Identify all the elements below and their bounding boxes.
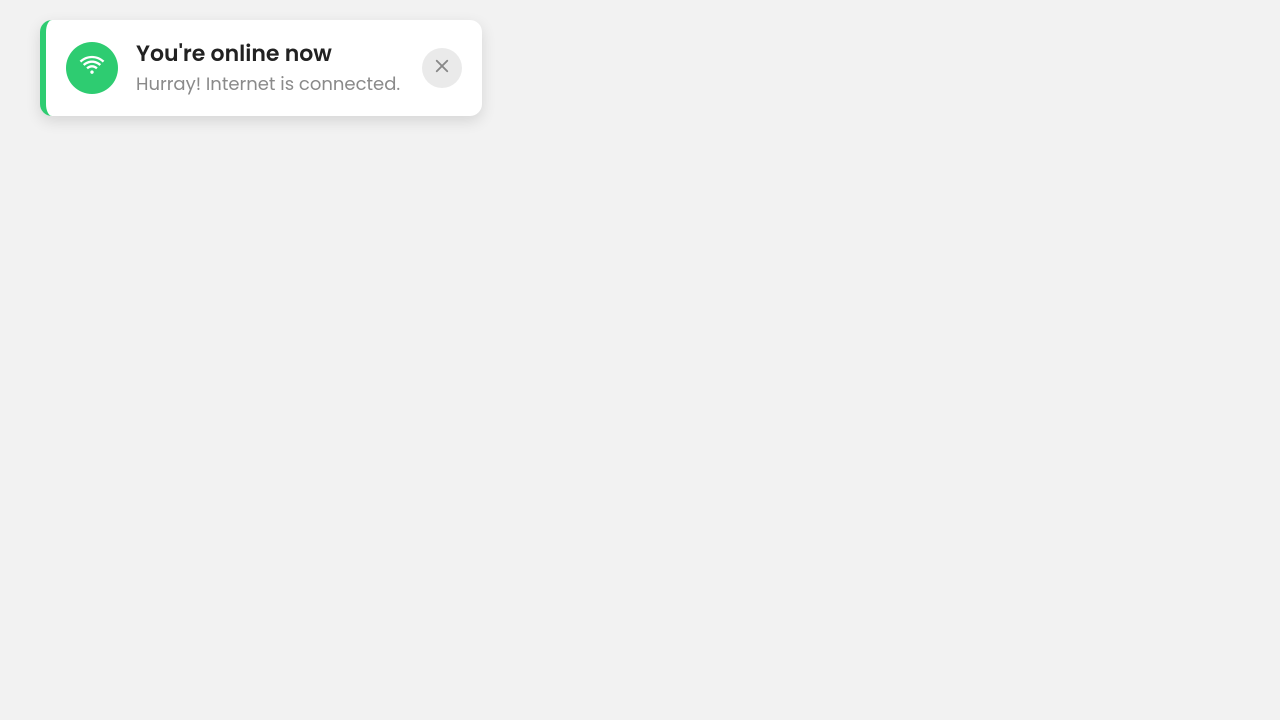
wifi-icon-circle (66, 42, 118, 94)
toast-content: You're online now Hurray! Internet is co… (136, 40, 404, 96)
close-button[interactable] (422, 48, 462, 88)
toast-message: Hurray! Internet is connected. (136, 73, 404, 96)
toast-title: You're online now (136, 40, 404, 69)
close-icon (433, 57, 451, 78)
wifi-icon (78, 50, 106, 85)
online-toast: You're online now Hurray! Internet is co… (40, 20, 482, 116)
